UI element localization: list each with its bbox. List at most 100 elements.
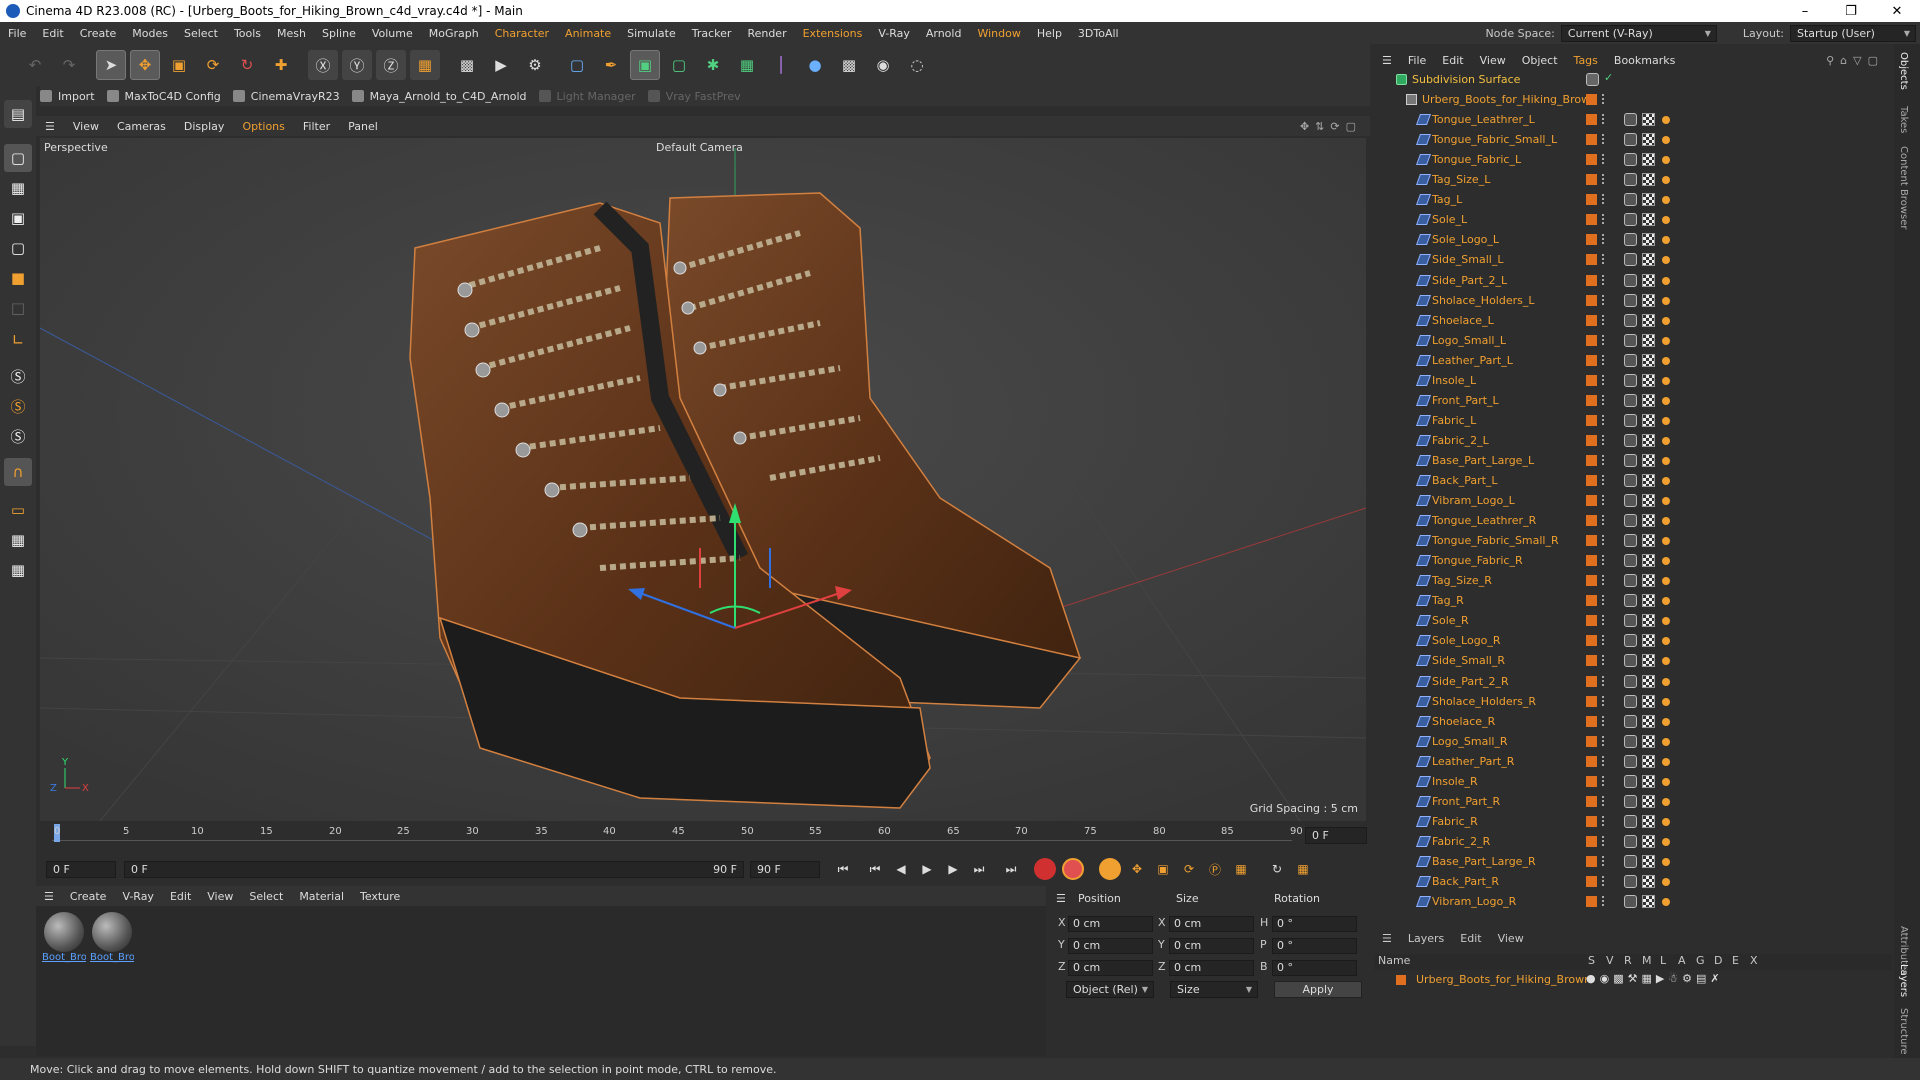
end-frame-field[interactable]: 90 F (750, 860, 820, 878)
phong-tag-icon[interactable] (1662, 797, 1670, 806)
texture-tag-icon[interactable] (1642, 875, 1655, 888)
vray-material-tag-icon[interactable] (1624, 895, 1637, 909)
phong-tag-icon[interactable] (1662, 296, 1670, 305)
layer-color-icon[interactable] (1586, 755, 1597, 767)
layout-dropdown[interactable]: Startup (User) ▼ (1790, 24, 1916, 42)
layer-color-icon[interactable] (1586, 374, 1597, 386)
layer-color-icon[interactable] (1586, 394, 1597, 406)
menu-mograph[interactable]: MoGraph (421, 27, 487, 40)
phong-tag-icon[interactable] (1662, 156, 1670, 165)
layer-color-icon[interactable] (1586, 114, 1597, 126)
material-menu-select[interactable]: Select (241, 890, 291, 903)
menu-help[interactable]: Help (1029, 27, 1070, 40)
texture-tag-icon[interactable] (1642, 834, 1655, 848)
vray-material-tag-icon[interactable] (1624, 694, 1637, 708)
layer-column-header[interactable]: V (1606, 954, 1624, 967)
vray-material-tag-icon[interactable] (1624, 153, 1637, 167)
phong-tag-icon[interactable] (1662, 256, 1670, 265)
phong-tag-icon[interactable] (1662, 657, 1670, 666)
visibility-dots-icon[interactable] (1602, 134, 1606, 145)
object-row[interactable]: Tag_Size_R (1374, 571, 1892, 591)
object-row[interactable]: Shoelace_R (1374, 712, 1892, 732)
visibility-dots-icon[interactable] (1602, 715, 1606, 726)
layer-color-icon[interactable] (1586, 234, 1597, 246)
layer-color-icon[interactable] (1586, 154, 1597, 166)
texture-tag-icon[interactable] (1642, 433, 1655, 447)
snap-button[interactable]: Ⓢ (4, 362, 32, 390)
phong-tag-icon[interactable] (1662, 216, 1670, 225)
record-button[interactable] (1034, 858, 1056, 880)
visibility-dots-icon[interactable] (1602, 254, 1606, 265)
object-row[interactable]: Tag_Size_L (1374, 170, 1892, 190)
snap-settings-button[interactable]: Ⓢ (4, 392, 32, 420)
select-tool-button[interactable]: ➤ (96, 50, 126, 80)
menu-create[interactable]: Create (72, 27, 125, 40)
grid-workplane-button[interactable]: ▦ (4, 526, 32, 554)
texture-tag-icon[interactable] (1642, 193, 1655, 207)
phong-tag-icon[interactable] (1662, 898, 1670, 907)
phong-tag-icon[interactable] (1662, 497, 1670, 506)
vray-material-tag-icon[interactable] (1624, 494, 1637, 508)
vray-material-tag-icon[interactable] (1624, 734, 1637, 748)
texture-tag-icon[interactable] (1642, 273, 1655, 287)
layer-color-icon[interactable] (1586, 575, 1597, 587)
layer-color-icon[interactable] (1586, 254, 1597, 266)
layer-color-icon[interactable] (1586, 675, 1597, 687)
deformer-button[interactable]: │ (766, 50, 796, 80)
object-row[interactable]: Side_Small_L (1374, 250, 1892, 270)
vray-material-tag-icon[interactable] (1624, 875, 1637, 888)
viewport-menu-cameras[interactable]: Cameras (108, 120, 175, 133)
visibility-dots-icon[interactable] (1602, 876, 1606, 886)
texture-tag-icon[interactable] (1642, 113, 1655, 127)
object-row[interactable]: Front_Part_R (1374, 792, 1892, 812)
object-row[interactable]: Tongue_Fabric_Small_L (1374, 130, 1892, 150)
redo-button[interactable]: ↷ (54, 50, 84, 80)
object-menu-bookmarks[interactable]: Bookmarks (1606, 54, 1683, 67)
layer-color-icon[interactable] (1586, 134, 1597, 146)
vray-material-tag-icon[interactable] (1624, 634, 1637, 648)
layer-toggle-icons[interactable]: ●◉▩⚒▦▶☃⚙▤✗ (1586, 972, 1724, 985)
menu-simulate[interactable]: Simulate (619, 27, 684, 40)
x-axis-lock-button[interactable]: Ⓧ (308, 50, 338, 80)
texture-tag-icon[interactable] (1642, 794, 1655, 808)
vray-material-tag-icon[interactable] (1624, 353, 1637, 367)
phong-tag-icon[interactable] (1662, 577, 1670, 586)
texture-tag-icon[interactable] (1642, 353, 1655, 367)
menu-tracker[interactable]: Tracker (684, 27, 740, 40)
texture-tag-icon[interactable] (1642, 534, 1655, 548)
visibility-dots-icon[interactable] (1602, 94, 1606, 105)
tweak-mode-button[interactable]: ∩ (4, 458, 32, 486)
previous-frame-button[interactable]: ◀ (890, 858, 912, 880)
texture-tag-icon[interactable] (1642, 614, 1655, 628)
object-row[interactable]: Sholace_Holders_R (1374, 692, 1892, 712)
layer-color-icon[interactable] (1586, 715, 1597, 727)
cinemavray-button[interactable]: CinemaVrayR23 (232, 90, 340, 103)
restore-button[interactable]: ❐ (1828, 4, 1874, 19)
layer-color-icon[interactable] (1586, 876, 1597, 887)
texture-tag-icon[interactable] (1642, 133, 1655, 147)
layer-color-icon[interactable] (1586, 655, 1597, 667)
viewport-menu-filter[interactable]: Filter (294, 120, 339, 133)
object-row[interactable]: Tongue_Leathrer_L (1374, 110, 1892, 130)
vray-material-tag-icon[interactable] (1624, 133, 1637, 147)
axis-mode-button[interactable]: ∟ (4, 326, 32, 354)
layer-color-icon[interactable] (1586, 815, 1597, 827)
texture-tag-icon[interactable] (1642, 895, 1655, 909)
next-key-button[interactable]: ⏭ (968, 858, 990, 880)
material-swatch[interactable]: Boot_Bro (42, 912, 86, 963)
layer-color-icon[interactable] (1586, 174, 1597, 186)
menu-edit[interactable]: Edit (34, 27, 71, 40)
menu-spline[interactable]: Spline (314, 27, 364, 40)
menu-vray[interactable]: V-Ray (870, 27, 918, 40)
viewport-menu-view[interactable]: View (64, 120, 108, 133)
layer-column-header[interactable]: G (1696, 954, 1714, 967)
object-row[interactable]: Back_Part_R (1374, 872, 1892, 892)
vray-material-tag-icon[interactable] (1624, 594, 1637, 608)
edit-check-icon[interactable] (1586, 73, 1599, 86)
vray-material-tag-icon[interactable] (1624, 614, 1637, 628)
menu-render[interactable]: Render (739, 27, 794, 40)
layer-color-icon[interactable] (1586, 635, 1597, 647)
play-button[interactable]: ▶ (916, 858, 938, 880)
vray-material-tag-icon[interactable] (1624, 854, 1637, 868)
object-row[interactable]: Vibram_Logo_R (1374, 892, 1892, 912)
